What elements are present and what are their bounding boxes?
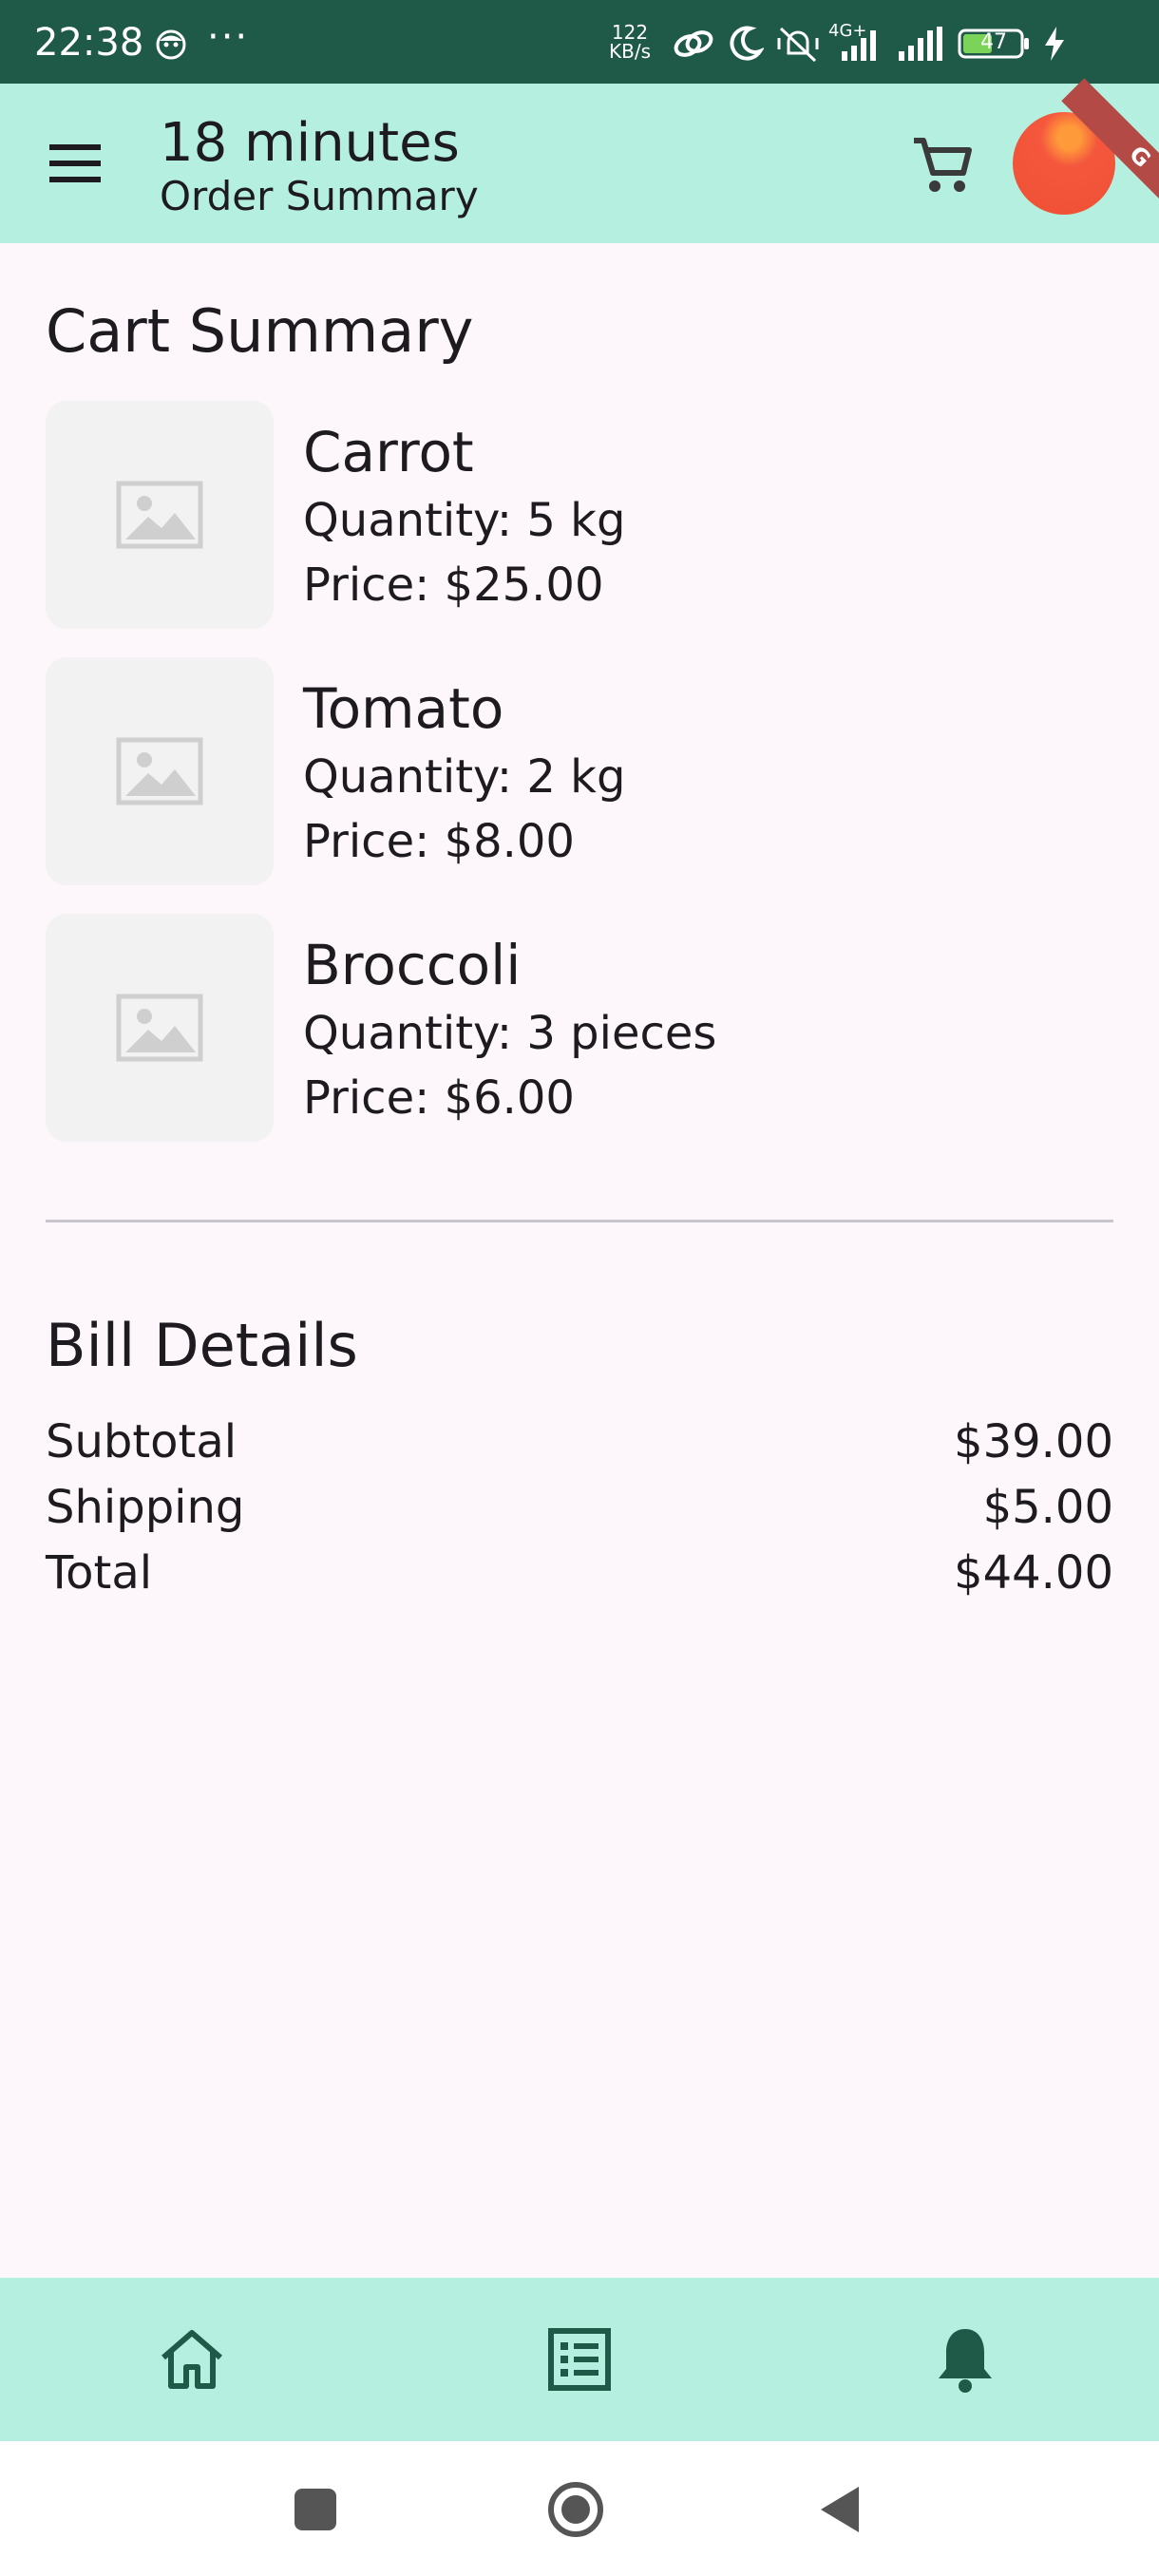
product-image — [46, 401, 274, 629]
silent-icon — [777, 27, 819, 63]
bill-value: $5.00 — [982, 1481, 1113, 1534]
net-speed-unit: KB/s — [609, 40, 651, 63]
bill-details-title: Bill Details — [46, 1311, 358, 1380]
battery-level: 47 — [980, 30, 1007, 54]
product-image — [46, 657, 274, 885]
list-item: Tomato Quantity: 2 kg Price: $8.00 — [46, 657, 1129, 885]
bill-value: $44.00 — [954, 1546, 1113, 1600]
system-navigation-bar — [0, 2441, 1159, 2576]
app-bar: 18 minutes Order Summary G — [0, 78, 1159, 243]
item-name: Broccoli — [303, 933, 522, 997]
page-subtitle: Order Summary — [160, 173, 479, 219]
list-icon[interactable] — [540, 2320, 619, 2399]
moon-icon — [730, 26, 764, 61]
item-quantity: Quantity: 2 kg — [303, 750, 626, 804]
bill-label: Total — [46, 1546, 153, 1600]
bill-label: Shipping — [46, 1481, 245, 1534]
divider — [46, 1220, 1113, 1222]
list-item: Carrot Quantity: 5 kg Price: $25.00 — [46, 401, 1129, 629]
item-price: Price: $25.00 — [303, 559, 604, 612]
status-bar: 22:38 ··· 122 KB/s 4G+ 47 — [0, 0, 1159, 84]
link-icon — [674, 30, 713, 57]
product-image — [46, 914, 274, 1142]
item-price: Price: $6.00 — [303, 1071, 575, 1125]
bill-row-shipping: Shipping $5.00 — [46, 1481, 1113, 1542]
page-title: 18 minutes — [160, 112, 460, 174]
home-icon[interactable] — [152, 2320, 232, 2399]
status-time: 22:38 — [34, 21, 144, 65]
cart-summary-title: Cart Summary — [46, 296, 474, 366]
bill-row-subtotal: Subtotal $39.00 — [46, 1415, 1113, 1476]
signal-icon-1 — [842, 30, 876, 61]
list-item: Broccoli Quantity: 3 pieces Price: $6.00 — [46, 914, 1129, 1142]
notification-face-icon — [156, 29, 186, 60]
menu-icon[interactable] — [42, 135, 108, 192]
net-speed: 122 KB/s — [604, 23, 656, 61]
back-icon[interactable] — [811, 2479, 872, 2540]
home-button-icon[interactable] — [545, 2479, 606, 2540]
image-placeholder-icon — [116, 737, 203, 805]
bill-value: $39.00 — [954, 1415, 1113, 1468]
bill-label: Subtotal — [46, 1415, 238, 1468]
item-quantity: Quantity: 5 kg — [303, 494, 626, 547]
bill-row-total: Total $44.00 — [46, 1546, 1113, 1607]
item-name: Tomato — [303, 676, 504, 741]
cart-icon[interactable] — [908, 131, 977, 199]
item-name: Carrot — [303, 420, 474, 484]
image-placeholder-icon — [116, 994, 203, 1062]
bell-icon[interactable] — [925, 2320, 1005, 2399]
signal-icon-2 — [899, 27, 942, 61]
more-notifications-icon: ··· — [207, 15, 250, 59]
item-price: Price: $8.00 — [303, 815, 575, 868]
recent-apps-icon[interactable] — [285, 2479, 346, 2540]
bottom-navigation — [0, 2278, 1159, 2441]
image-placeholder-icon — [116, 481, 203, 549]
status-icons: 122 KB/s 4G+ 47 — [604, 21, 1136, 63]
net-speed-value: 122 — [611, 21, 649, 44]
charging-icon — [1045, 27, 1064, 61]
item-quantity: Quantity: 3 pieces — [303, 1007, 717, 1060]
